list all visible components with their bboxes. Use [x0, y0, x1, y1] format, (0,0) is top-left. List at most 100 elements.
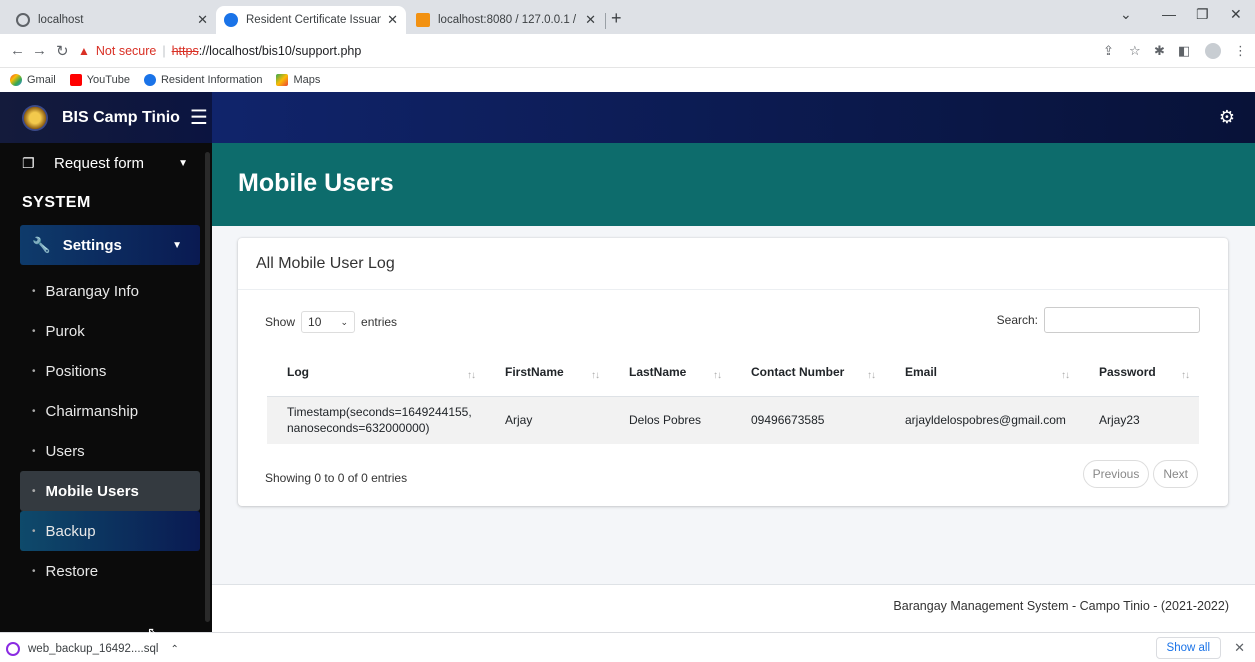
sidebar-item-label: Mobile Users: [45, 482, 139, 500]
download-item[interactable]: web_backup_16492....sql ⌃: [6, 638, 179, 660]
browser-tab-resident-certificate[interactable]: Resident Certificate Issuance - Ba ✕: [216, 6, 406, 34]
top-navbar: ⚙: [212, 92, 1255, 143]
bookmark-label: Maps: [293, 74, 321, 86]
column-header-contact-number[interactable]: Contact Number ↑↓: [731, 348, 885, 397]
column-header-password[interactable]: Password ↑↓: [1079, 348, 1199, 397]
minimize-icon[interactable]: —: [1162, 6, 1176, 22]
download-bar: web_backup_16492....sql ⌃ Show all ✕: [0, 632, 1255, 662]
reload-icon[interactable]: ↻: [56, 42, 69, 60]
chevron-up-icon[interactable]: ⌃: [170, 644, 178, 655]
show-label: Show: [265, 315, 296, 329]
side-panel-icon[interactable]: ◧: [1178, 43, 1190, 59]
globe-icon: [16, 13, 30, 27]
table-info: Showing 0 to 0 of 0 entries: [265, 471, 408, 485]
not-secure-label: Not secure: [95, 44, 157, 58]
sidebar-item-label: Settings: [62, 236, 122, 254]
back-arrow-icon[interactable]: ←: [10, 42, 25, 59]
hamburger-menu-icon[interactable]: ☰: [190, 105, 208, 130]
entries-select[interactable]: 10 ⌄: [301, 311, 356, 333]
column-header-firstname[interactable]: FirstName ↑↓: [485, 348, 609, 397]
sidebar-brand[interactable]: BIS Camp Tinio ☰: [0, 92, 212, 143]
chevron-down-icon[interactable]: ⌄: [1120, 6, 1132, 23]
share-icon[interactable]: ⇪: [1103, 43, 1114, 59]
menu-kebab-icon[interactable]: ⋮: [1234, 43, 1247, 59]
bookmark-gmail[interactable]: Gmail: [10, 74, 56, 86]
close-icon[interactable]: ✕: [1234, 640, 1245, 656]
sidebar-item-label: Barangay Info: [45, 282, 139, 300]
entries-value: 10: [308, 315, 322, 329]
browser-tab-phpmyadmin[interactable]: localhost:8080 / 127.0.0.1 / web_ ✕: [408, 6, 604, 34]
sidebar-item-label: Purok: [45, 322, 85, 340]
extensions-icon[interactable]: ✱: [1154, 43, 1165, 59]
tab-label: localhost: [38, 14, 84, 26]
url-scheme: https: [171, 44, 199, 58]
site-favicon-icon: [143, 74, 156, 86]
bookmark-label: YouTube: [86, 74, 130, 86]
gear-icon[interactable]: ⚙: [1219, 107, 1235, 128]
card-title: All Mobile User Log: [238, 238, 1228, 290]
column-header-log[interactable]: Log ↑↓: [267, 348, 485, 397]
document-icon: ❐: [22, 154, 35, 171]
close-icon[interactable]: ✕: [585, 12, 596, 28]
mobile-users-table: Log ↑↓ FirstName ↑↓ LastName ↑↓ Contact Num…: [267, 348, 1199, 444]
browser-tab-localhost[interactable]: localhost ✕: [8, 6, 216, 34]
bullet-icon: •: [32, 285, 36, 297]
column-label: Email: [905, 364, 938, 379]
close-icon[interactable]: ✕: [387, 12, 398, 28]
cell-lastname: Delos Pobres: [609, 396, 731, 444]
sort-icon: ↑↓: [713, 370, 722, 381]
bullet-icon: •: [32, 365, 36, 377]
maximize-icon[interactable]: ❐: [1196, 6, 1209, 23]
new-tab-button[interactable]: +: [611, 8, 622, 29]
sort-icon: ↑↓: [1061, 370, 1070, 381]
column-header-email[interactable]: Email ↑↓: [885, 348, 1079, 397]
mouse-cursor-icon: ⇖: [147, 624, 159, 640]
search-input[interactable]: [1044, 307, 1200, 333]
entries-label: entries: [361, 315, 398, 329]
previous-button[interactable]: Previous: [1082, 460, 1150, 488]
entries-length-control: Show 10 ⌄ entries: [265, 311, 397, 333]
address-bar: ← → ↻ ▲ Not secure | https ://localhost/…: [0, 34, 1255, 68]
sort-icon: ↑↓: [1181, 370, 1190, 381]
sort-icon: ↑↓: [467, 370, 476, 381]
sidebar-item-restore[interactable]: • Restore: [20, 551, 200, 591]
page-title: Mobile Users: [238, 169, 394, 197]
close-icon[interactable]: ✕: [197, 12, 208, 28]
sidebar-item-users[interactable]: • Users: [20, 431, 200, 471]
url-field[interactable]: ▲ Not secure | https ://localhost/bis10/…: [78, 39, 1078, 63]
sidebar-item-positions[interactable]: • Positions: [20, 351, 200, 391]
bookmark-youtube[interactable]: YouTube: [69, 74, 130, 86]
sidebar-section-header: SYSTEM: [22, 194, 91, 211]
sidebar-item-settings[interactable]: 🔧 Settings ▼: [20, 225, 200, 265]
sidebar-item-mobile-users[interactable]: • Mobile Users: [20, 471, 200, 511]
pagination: Previous Next: [1079, 460, 1198, 488]
sidebar: BIS Camp Tinio ☰ ❐ Request form ▼ SYSTEM…: [0, 92, 212, 632]
cell-contact-number: 09496673585: [731, 396, 885, 444]
sidebar-item-label: Chairmanship: [45, 402, 139, 420]
forward-arrow-icon[interactable]: →: [32, 42, 47, 59]
bookmark-resident-information[interactable]: Resident Information: [143, 74, 262, 86]
warning-icon: ▲: [78, 44, 90, 58]
url-divider: |: [162, 44, 166, 58]
next-button[interactable]: Next: [1153, 460, 1198, 488]
star-icon[interactable]: ☆: [1129, 43, 1141, 59]
sidebar-item-request-form[interactable]: ❐ Request form ▼: [0, 143, 212, 183]
log-line: nanoseconds=632000000): [287, 421, 430, 436]
sidebar-item-backup[interactable]: • Backup: [20, 511, 200, 551]
show-all-button[interactable]: Show all: [1155, 637, 1221, 659]
table-header-row: Log ↑↓ FirstName ↑↓ LastName ↑↓ Contact Num…: [267, 348, 1199, 397]
sidebar-item-chairmanship[interactable]: • Chairmanship: [20, 391, 200, 431]
caret-down-icon: ▼: [178, 157, 188, 169]
bullet-icon: •: [32, 485, 36, 497]
sidebar-scrollbar[interactable]: [205, 152, 210, 622]
sidebar-item-label: Request form: [54, 154, 145, 172]
column-label: FirstName: [505, 364, 564, 379]
sidebar-item-purok[interactable]: • Purok: [20, 311, 200, 351]
column-header-lastname[interactable]: LastName ↑↓: [609, 348, 731, 397]
profile-avatar-icon[interactable]: [1205, 43, 1221, 59]
cell-log: Timestamp(seconds=1649244155, nanosecond…: [267, 396, 485, 444]
sidebar-item-barangay-info[interactable]: • Barangay Info: [20, 271, 200, 311]
bookmark-maps[interactable]: Maps: [276, 74, 320, 86]
cell-password: Arjay23: [1079, 396, 1199, 444]
window-close-icon[interactable]: ✕: [1230, 6, 1242, 23]
